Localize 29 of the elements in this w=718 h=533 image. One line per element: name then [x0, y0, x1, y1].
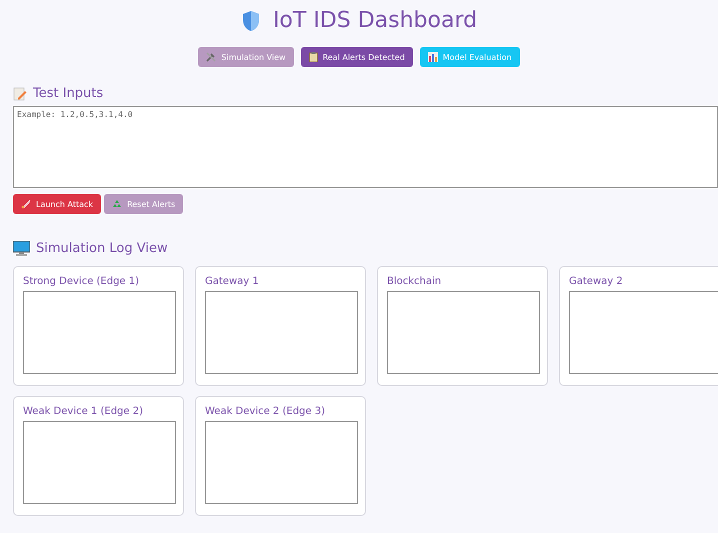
card-title: Gateway 2 [569, 276, 624, 287]
log-box[interactable] [205, 291, 358, 374]
rocket-icon [21, 199, 31, 209]
log-box[interactable] [387, 291, 540, 374]
log-box[interactable] [23, 291, 176, 374]
computer-icon [13, 241, 30, 256]
clipboard-icon [308, 52, 318, 62]
log-box[interactable] [23, 421, 176, 504]
reset-button[interactable]: Reset Alerts [104, 194, 184, 214]
card-title: Gateway 1 [205, 276, 260, 287]
recycle-icon [112, 199, 122, 209]
input-field[interactable]: Example: 1.2,0.5,3.1,4.0 [13, 106, 718, 188]
dashboard-title: IoT IDS Dashboard [272, 8, 478, 33]
nav-button[interactable]: Simulation View [198, 47, 294, 67]
nav-button[interactable]: Model Evaluation [420, 47, 520, 67]
card-title: Weak Device 1 (Edge 2) [23, 406, 144, 417]
tools-icon [206, 52, 216, 62]
section-heading: Test Inputs [33, 86, 104, 101]
nav-button[interactable]: Real Alerts Detected [300, 47, 413, 67]
card-title: Strong Device (Edge 1) [23, 276, 140, 287]
card-title: Weak Device 2 (Edge 3) [205, 406, 326, 417]
log-box[interactable] [205, 421, 358, 504]
card-title: Blockchain [387, 276, 442, 287]
log-box[interactable] [569, 291, 718, 374]
memo-icon [13, 86, 27, 100]
shield-icon [240, 10, 261, 32]
launch-button[interactable]: Launch Attack [13, 194, 102, 214]
bar-chart-icon [428, 52, 438, 62]
section-heading: Simulation Log View [36, 241, 168, 256]
